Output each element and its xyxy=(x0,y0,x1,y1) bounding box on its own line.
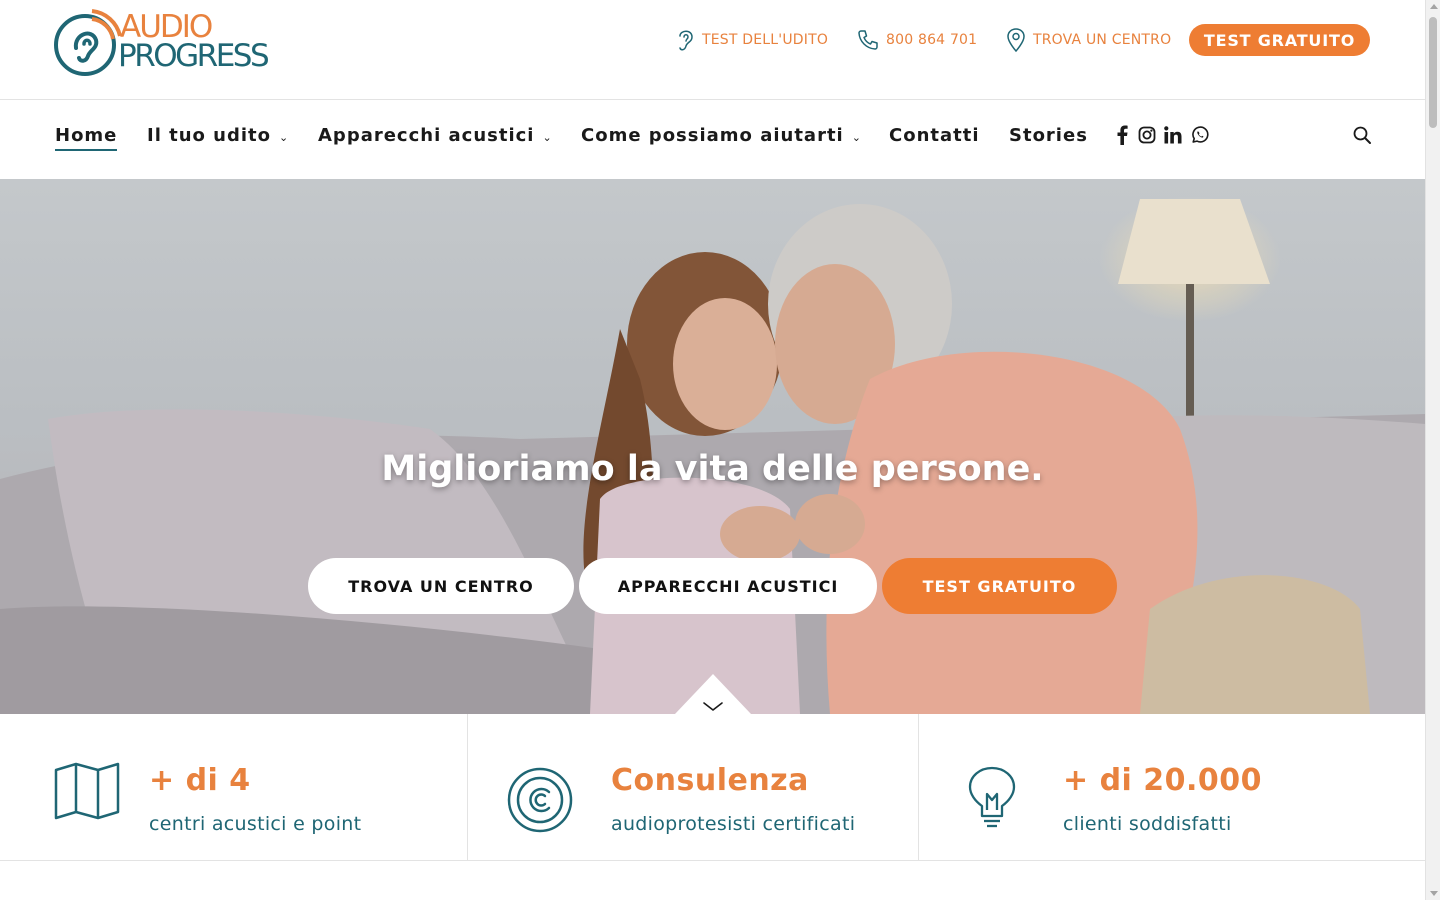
find-center-label: TROVA UN CENTRO xyxy=(1033,32,1172,48)
phone-link[interactable]: 800 864 701 xyxy=(856,24,977,56)
stat-clients: + di 20.000 clienti soddisfatti xyxy=(918,714,1425,861)
nav-item-label: Contatti xyxy=(889,124,980,146)
linkedin-icon[interactable] xyxy=(1164,125,1182,145)
stat-label: clienti soddisfatti xyxy=(1063,813,1232,835)
free-test-button[interactable]: TEST GRATUITO xyxy=(1189,24,1370,56)
stat-consultation: Consulenza audioprotesisti certificati xyxy=(467,714,917,861)
free-test-hero-button[interactable]: TEST GRATUITO xyxy=(882,558,1117,614)
scrollbar-thumb[interactable] xyxy=(1429,17,1437,128)
stat-centers: + di 4 centri acustici e point xyxy=(0,714,466,861)
nav-item-stories[interactable]: Stories xyxy=(1009,123,1088,147)
stats-bar: + di 4 centri acustici e point Consulenz… xyxy=(0,714,1425,861)
hero-banner: Miglioriamo la vita delle persone. TROVA… xyxy=(0,179,1425,714)
stat-value: + di 20.000 xyxy=(1063,763,1263,798)
phone-number: 800 864 701 xyxy=(886,32,978,48)
hero-photo xyxy=(0,179,1425,714)
page-scrollbar[interactable] xyxy=(1425,0,1440,900)
copyright-icon xyxy=(507,767,573,833)
nav-item-il-tuo-udito[interactable]: Il tuo udito ⌄ xyxy=(147,123,289,147)
ear-icon xyxy=(679,30,693,51)
lightbulb-icon xyxy=(968,766,1016,828)
logo-word-progress: PROGRESS xyxy=(118,38,270,74)
stat-value: + di 4 xyxy=(149,763,251,798)
stat-label: audioprotesisti certificati xyxy=(611,813,856,835)
hearing-aids-button[interactable]: APPARECCHI ACUSTICI xyxy=(579,558,877,614)
hero-title: Miglioriamo la vita delle persone. xyxy=(381,449,1044,489)
stat-value: Consulenza xyxy=(611,763,809,798)
map-icon xyxy=(54,762,120,820)
nav-item-label: Apparecchi acustici xyxy=(318,124,535,146)
logo-ear-icon xyxy=(54,9,122,76)
nav-item-label: Stories xyxy=(1009,124,1088,146)
nav-item-apparecchi-acustici[interactable]: Apparecchi acustici ⌄ xyxy=(318,123,553,147)
top-header: AUDIO PROGRESS TEST DELL'UDITO 800 864 7… xyxy=(0,0,1425,100)
whatsapp-icon[interactable] xyxy=(1191,125,1209,145)
nav-item-come-possiamo-aiutarti[interactable]: Come possiamo aiutarti ⌄ xyxy=(581,123,862,147)
chevron-down-icon: ⌄ xyxy=(542,130,553,144)
scroll-up-arrow-icon[interactable] xyxy=(1430,4,1438,9)
search-icon[interactable] xyxy=(1352,125,1372,145)
nav-item-label: Il tuo udito xyxy=(147,124,272,146)
main-nav: Home Il tuo udito ⌄ Apparecchi acustici … xyxy=(0,101,1425,179)
stat-label: centri acustici e point xyxy=(149,813,362,835)
chevron-down-icon: ⌄ xyxy=(851,130,862,144)
nav-item-contatti[interactable]: Contatti xyxy=(889,123,980,147)
nav-item-label: Come possiamo aiutarti xyxy=(581,124,844,146)
chevron-down-icon: ⌄ xyxy=(279,130,290,144)
map-pin-icon xyxy=(1007,28,1025,53)
site-logo[interactable]: AUDIO PROGRESS xyxy=(54,6,284,78)
hearing-test-link[interactable]: TEST DELL'UDITO xyxy=(676,24,828,56)
scroll-down-arrow-icon[interactable] xyxy=(1430,891,1438,896)
hearing-test-label: TEST DELL'UDITO xyxy=(702,32,829,48)
phone-icon xyxy=(858,30,878,50)
instagram-icon[interactable] xyxy=(1138,125,1156,145)
find-center-button[interactable]: TROVA UN CENTRO xyxy=(308,558,574,614)
nav-item-label: Home xyxy=(55,124,118,146)
nav-item-home[interactable]: Home xyxy=(55,123,118,151)
scroll-down-button[interactable] xyxy=(675,674,751,714)
find-center-link[interactable]: TROVA UN CENTRO xyxy=(1005,24,1171,56)
facebook-icon[interactable] xyxy=(1116,125,1128,145)
